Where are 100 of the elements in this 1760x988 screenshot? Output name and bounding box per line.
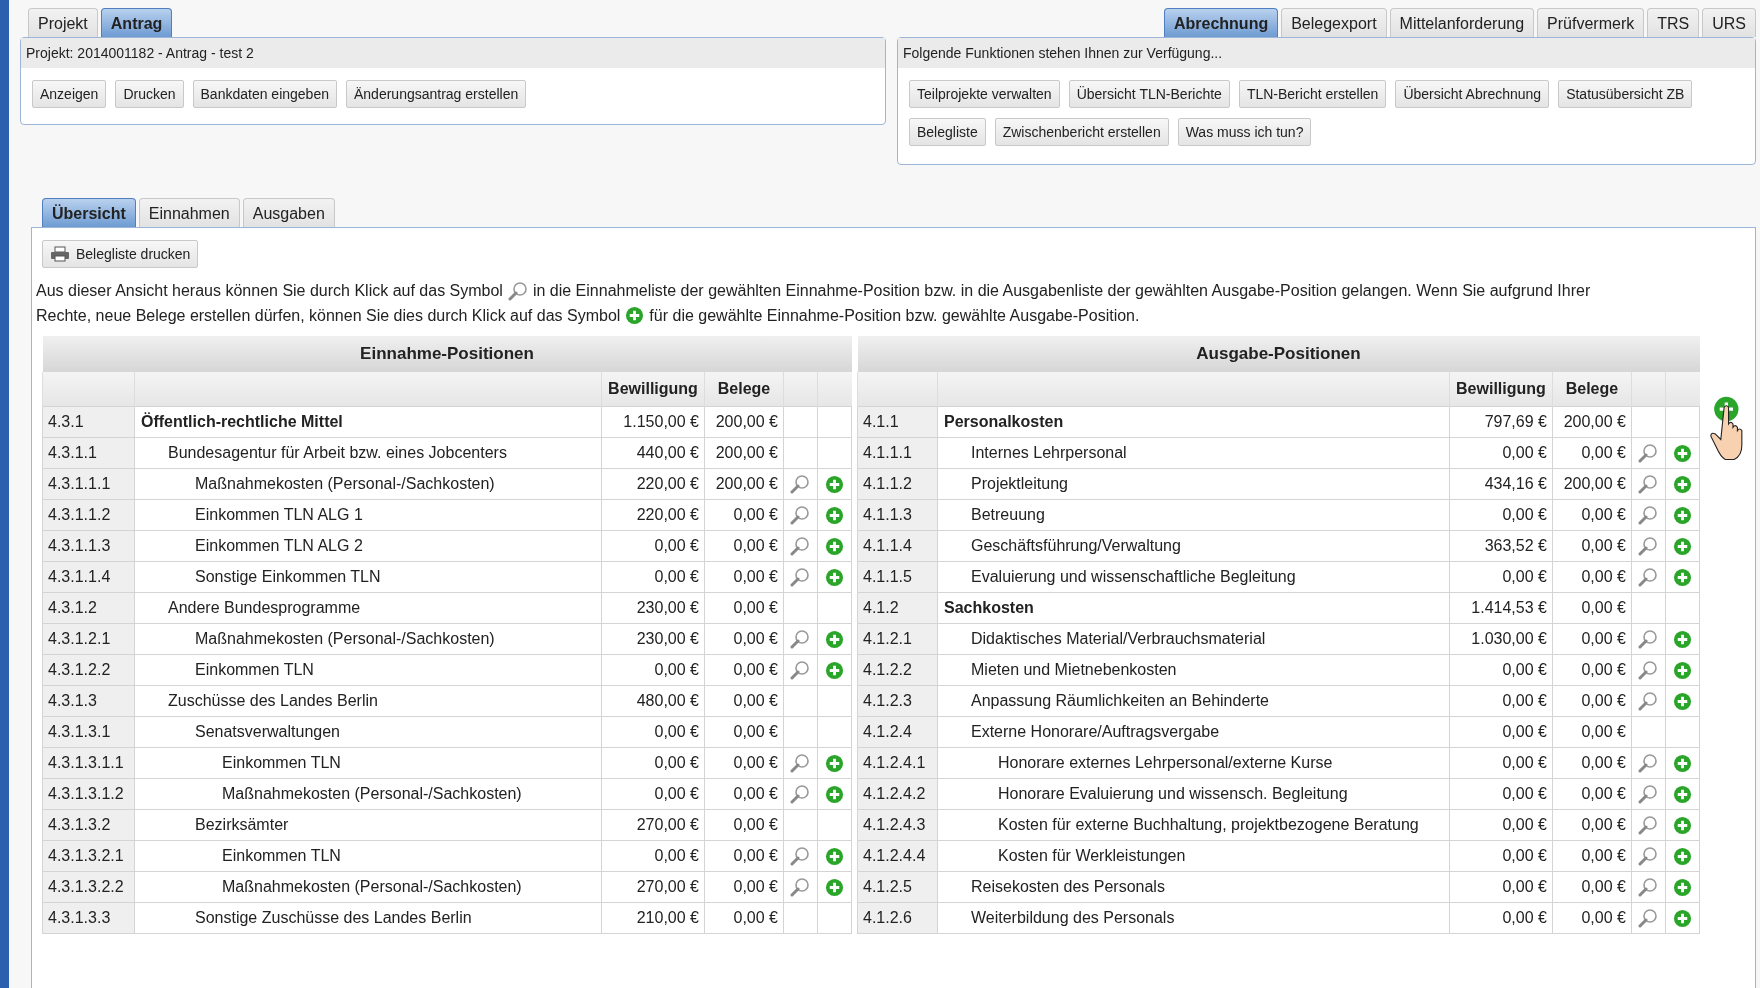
function-button[interactable]: Was muss ich tun? (1177, 118, 1312, 146)
magnifier-icon[interactable] (1638, 536, 1659, 556)
magnifier-icon[interactable] (1638, 443, 1659, 463)
position-name: Einkommen TLN ALG 1 (134, 499, 602, 531)
magnifier-icon[interactable] (1638, 660, 1659, 680)
tab[interactable]: Belegexport (1281, 8, 1387, 37)
plus-icon[interactable] (1672, 784, 1692, 804)
plus-icon[interactable] (1672, 877, 1692, 897)
position-code: 4.3.1.3.2.1 (42, 840, 135, 872)
magnifier-icon[interactable] (1638, 691, 1659, 711)
function-button[interactable]: Übersicht Abrechnung (1395, 80, 1550, 108)
plus-icon[interactable] (1672, 567, 1692, 587)
plus-icon[interactable] (1672, 846, 1692, 866)
plus-icon[interactable] (1672, 629, 1692, 649)
magnifier-icon[interactable] (790, 846, 811, 866)
position-code: 4.1.1.3 (857, 499, 938, 531)
magnifier-icon[interactable] (1638, 753, 1659, 773)
action-button[interactable]: Drucken (115, 80, 184, 108)
magnifier-icon[interactable] (1638, 474, 1659, 494)
receipts-amount: 0,00 € (704, 561, 784, 593)
position-name: Personalkosten (937, 406, 1450, 438)
magnifier-icon[interactable] (790, 474, 811, 494)
function-button[interactable]: Zwischenbericht erstellen (994, 118, 1169, 146)
printer-icon (50, 246, 70, 262)
tab[interactable]: Mittelanforderung (1389, 8, 1535, 37)
magnifier-icon[interactable] (790, 505, 811, 525)
receipts-amount: 0,00 € (704, 778, 784, 810)
action-button[interactable]: Änderungsantrag erstellen (346, 80, 527, 108)
approved-amount: 220,00 € (601, 468, 705, 500)
tab[interactable]: Ausgaben (242, 198, 335, 227)
position-code: 4.1.2.4.3 (857, 809, 938, 841)
plus-icon[interactable] (1672, 443, 1692, 463)
approved-amount: 230,00 € (601, 592, 705, 624)
plus-icon[interactable] (1672, 505, 1692, 525)
tab[interactable]: TRS (1647, 8, 1700, 37)
tab[interactable]: Abrechnung (1163, 8, 1279, 37)
action-button[interactable]: Bankdaten eingeben (192, 80, 337, 108)
position-code: 4.3.1.1.1 (42, 468, 135, 500)
magnifier-icon (507, 280, 528, 301)
plus-icon[interactable] (825, 846, 844, 866)
plus-icon[interactable] (1672, 660, 1692, 680)
plus-icon[interactable] (825, 877, 844, 897)
plus-icon[interactable] (825, 660, 844, 680)
receipts-amount: 0,00 € (1552, 437, 1632, 469)
position-code: 4.3.1 (42, 406, 135, 438)
plus-icon[interactable] (1672, 908, 1692, 928)
tab[interactable]: Prüfvermerk (1537, 8, 1645, 37)
plus-icon[interactable] (825, 753, 844, 773)
tab[interactable]: Antrag (100, 8, 173, 37)
magnifier-icon[interactable] (1638, 784, 1659, 804)
magnifier-icon[interactable] (790, 567, 811, 587)
tab[interactable]: Projekt (28, 8, 98, 37)
position-code: 4.1.1.2 (857, 468, 938, 500)
magnifier-icon[interactable] (1638, 877, 1659, 897)
plus-icon[interactable] (1672, 753, 1692, 773)
position-name: Projektleitung (937, 468, 1450, 500)
plus-icon[interactable] (825, 629, 844, 649)
panel-header: Folgende Funktionen stehen Ihnen zur Verfügung... (898, 38, 1755, 68)
plus-icon[interactable] (1672, 691, 1692, 711)
receipts-amount: 0,00 € (1552, 499, 1632, 531)
plus-icon[interactable] (1672, 474, 1692, 494)
position-name: Honorare externes Lehrpersonal/externe Kurse (937, 747, 1450, 779)
approved-amount: 0,00 € (1449, 809, 1553, 841)
print-button[interactable]: Belegliste drucken (42, 240, 199, 268)
plus-icon[interactable] (825, 505, 844, 525)
plus-icon[interactable] (825, 784, 844, 804)
position-name: Sonstige Zuschüsse des Landes Berlin (134, 902, 602, 934)
function-button[interactable]: Belegliste (909, 118, 986, 146)
magnifier-icon[interactable] (1638, 908, 1659, 928)
plus-icon[interactable] (825, 536, 844, 556)
plus-icon[interactable] (825, 567, 844, 587)
magnifier-icon[interactable] (1638, 815, 1659, 835)
magnifier-icon[interactable] (1638, 629, 1659, 649)
position-name: Sachkosten (937, 592, 1450, 624)
magnifier-icon[interactable] (790, 753, 811, 773)
magnifier-icon[interactable] (1638, 846, 1659, 866)
function-button[interactable]: TLN-Bericht erstellen (1238, 80, 1387, 108)
tab[interactable]: URS (1702, 8, 1756, 37)
function-button[interactable]: Teilprojekte verwalten (909, 80, 1060, 108)
receipts-amount: 0,00 € (1552, 840, 1632, 872)
function-button[interactable]: Statusübersicht ZB (1558, 80, 1693, 108)
plus-icon[interactable] (1672, 815, 1692, 835)
action-button[interactable]: Anzeigen (32, 80, 107, 108)
tab[interactable]: Übersicht (42, 198, 136, 227)
magnifier-icon[interactable] (790, 536, 811, 556)
position-code: 4.3.1.3 (42, 685, 135, 717)
position-name: Bundesagentur für Arbeit bzw. eines Jobcenters (134, 437, 602, 469)
function-button[interactable]: Übersicht TLN-Berichte (1068, 80, 1230, 108)
position-name: Kosten für Werkleistungen (937, 840, 1450, 872)
tab[interactable]: Einnahmen (138, 198, 240, 227)
magnifier-icon[interactable] (790, 660, 811, 680)
magnifier-icon[interactable] (790, 629, 811, 649)
magnifier-icon[interactable] (790, 877, 811, 897)
position-name: Einkommen TLN (134, 747, 602, 779)
magnifier-icon[interactable] (1638, 567, 1659, 587)
receipts-amount: 0,00 € (704, 654, 784, 686)
magnifier-icon[interactable] (790, 784, 811, 804)
plus-icon[interactable] (825, 474, 844, 494)
magnifier-icon[interactable] (1638, 505, 1659, 525)
plus-icon[interactable] (1672, 536, 1692, 556)
